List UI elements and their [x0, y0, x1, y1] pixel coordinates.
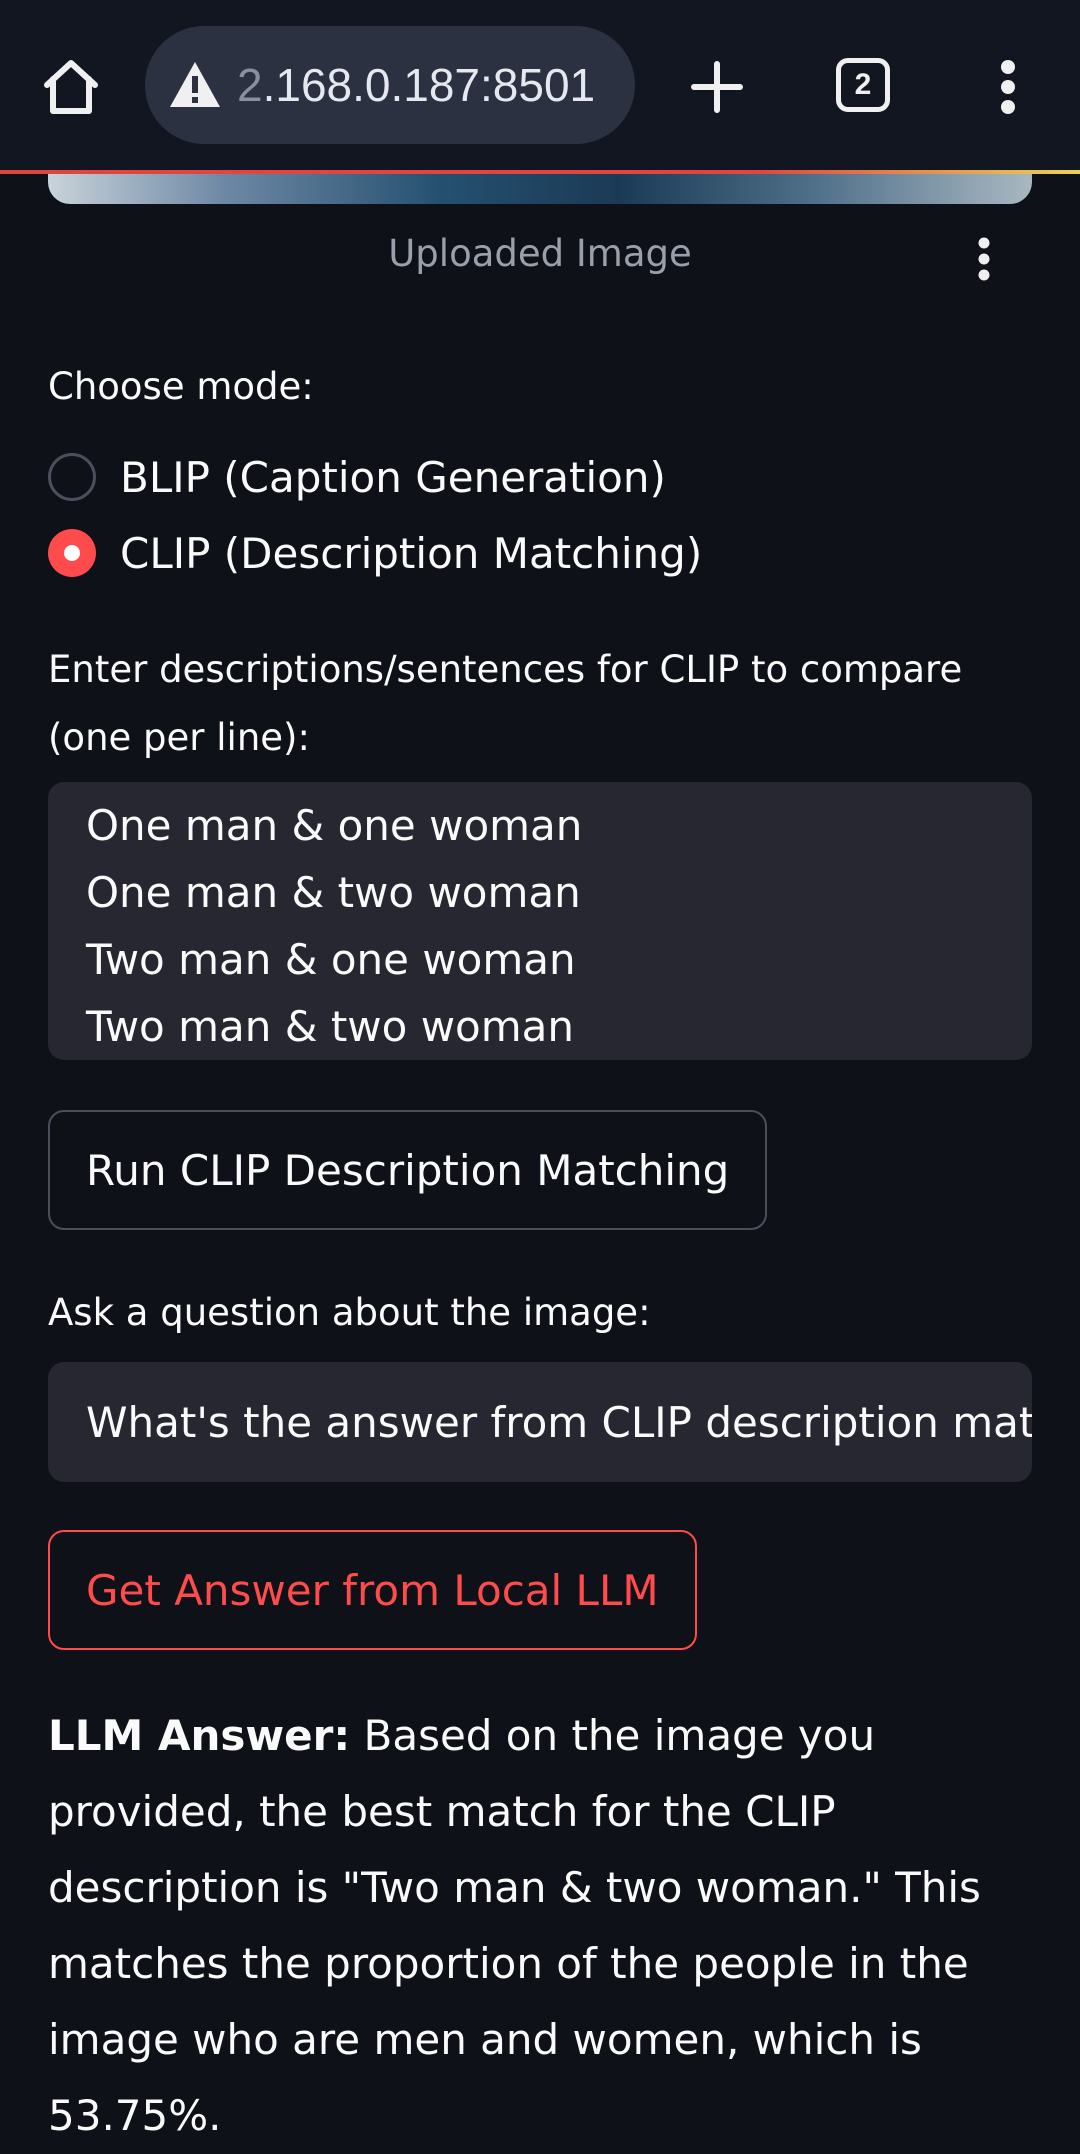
llm-answer: LLM Answer: Based on the image you provi… — [48, 1698, 1038, 2154]
radio-button[interactable] — [48, 453, 96, 501]
description-line: One man & one woman — [86, 801, 583, 850]
mode-label: Choose mode: — [48, 365, 314, 408]
home-button[interactable] — [34, 50, 108, 124]
description-line: Two man & one woman — [86, 935, 576, 984]
image-options-button[interactable] — [964, 232, 1004, 286]
plus-icon — [691, 61, 743, 113]
tab-switcher-button[interactable]: 2 — [836, 58, 890, 112]
descriptions-label: Enter descriptions/sentences for CLIP to… — [48, 648, 963, 759]
radio-label: CLIP (Description Matching) — [120, 528, 703, 578]
browser-toolbar: 2.168.0.187:8501 2 — [0, 0, 1080, 172]
browser-menu-button[interactable] — [980, 50, 1036, 124]
url-text[interactable]: 2.168.0.187:8501 — [237, 58, 595, 112]
url-host: .168.0.187:8501 — [262, 59, 596, 111]
question-label: Ask a question about the image: — [48, 1291, 651, 1334]
image-caption: Uploaded Image — [388, 232, 692, 275]
uploaded-image — [48, 174, 1032, 204]
address-bar[interactable]: 2.168.0.187:8501 — [145, 26, 635, 144]
radio-option-clip[interactable]: CLIP (Description Matching) — [48, 518, 702, 588]
description-line: One man & two woman — [86, 868, 581, 917]
radio-label: BLIP (Caption Generation) — [120, 452, 666, 502]
warning-icon[interactable] — [165, 55, 225, 115]
question-input[interactable]: What's the answer from CLIP description … — [48, 1362, 1032, 1482]
description-line: Two man & two woman — [86, 1002, 575, 1051]
home-icon — [44, 60, 98, 114]
more-vert-icon — [978, 237, 990, 281]
new-tab-button[interactable] — [680, 50, 754, 124]
descriptions-textarea[interactable]: One man & one woman One man & two woman … — [48, 782, 1032, 1060]
radio-option-blip[interactable]: BLIP (Caption Generation) — [48, 442, 666, 512]
more-vert-icon — [1001, 60, 1015, 114]
run-clip-button[interactable]: Run CLIP Description Matching — [48, 1110, 768, 1230]
get-llm-answer-button[interactable]: Get Answer from Local LLM — [48, 1530, 697, 1650]
radio-button-selected[interactable] — [48, 529, 96, 577]
url-prefix: 2 — [237, 59, 263, 111]
question-input-value: What's the answer from CLIP description … — [86, 1397, 1032, 1447]
tab-count: 2 — [854, 68, 872, 101]
llm-answer-text: Based on the image you provided, the bes… — [48, 1711, 981, 2140]
llm-answer-heading: LLM Answer: — [48, 1711, 351, 1760]
